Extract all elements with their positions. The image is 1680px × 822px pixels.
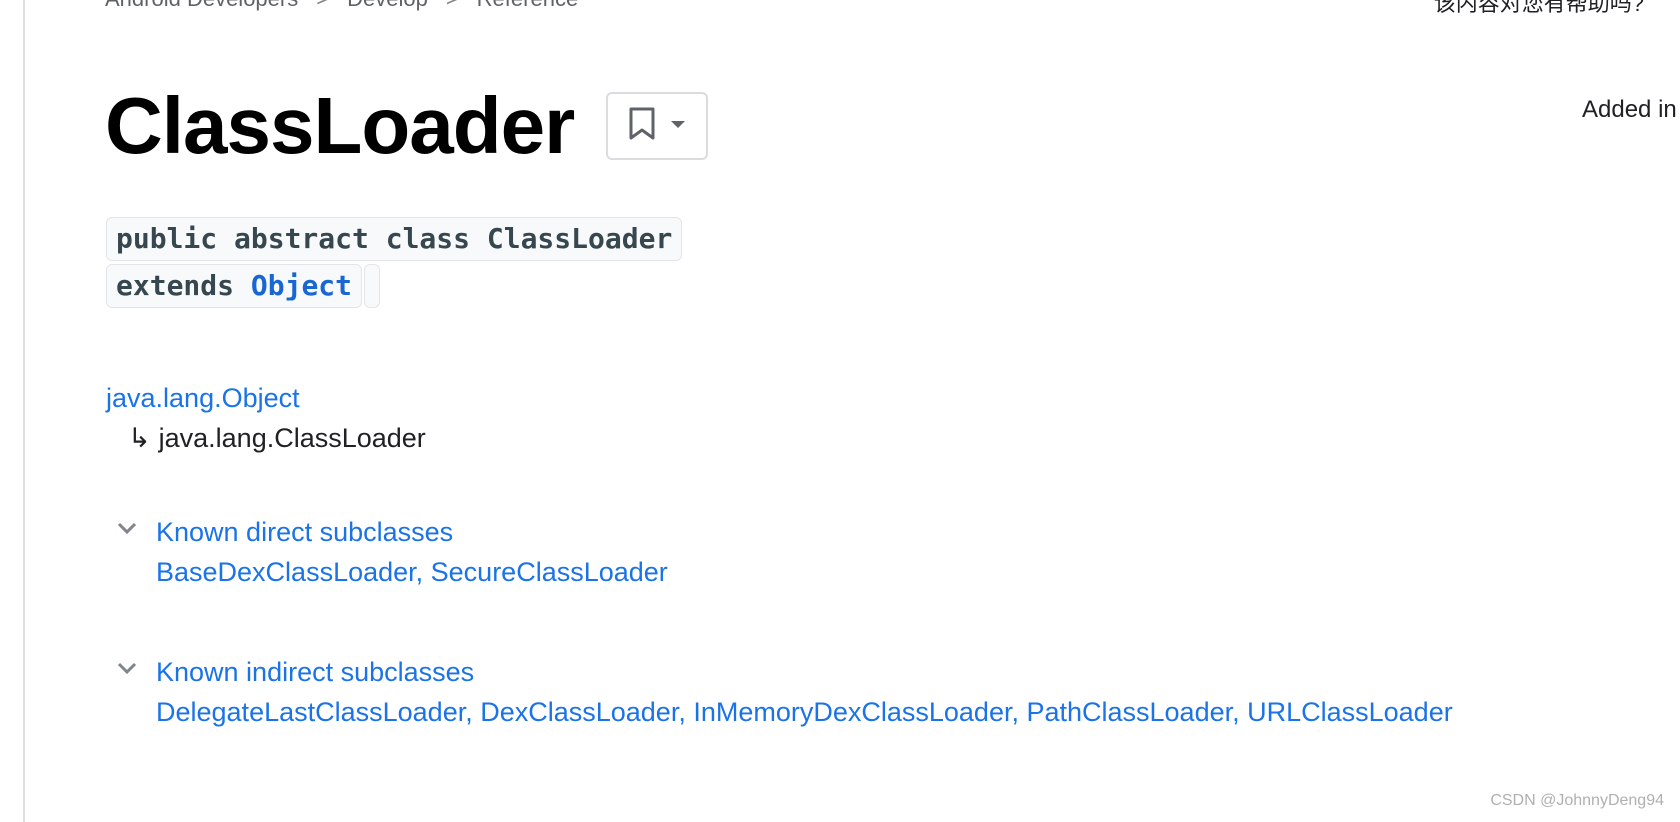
direct-subclasses-section: Known direct subclasses BaseDexClassLoad… xyxy=(114,512,668,592)
signature-line-2: extends Object xyxy=(106,264,682,308)
direct-subclasses-header[interactable]: Known direct subclasses xyxy=(114,512,668,552)
indirect-subclasses-header[interactable]: Known indirect subclasses xyxy=(114,652,1453,692)
direct-subclasses-list[interactable]: BaseDexClassLoader, SecureClassLoader xyxy=(114,552,668,592)
page-title: ClassLoader xyxy=(105,81,575,170)
signature-line-1: public abstract class ClassLoader xyxy=(106,217,683,261)
bookmark-button[interactable] xyxy=(606,92,709,160)
left-divider xyxy=(23,0,25,822)
title-row: ClassLoader xyxy=(105,81,709,170)
breadcrumb-separator: > xyxy=(446,0,459,12)
hierarchy-child-label: java.lang.ClassLoader xyxy=(158,423,426,453)
signature-declaration: public abstract class ClassLoader xyxy=(106,217,683,261)
breadcrumb: Android Developers > Develop > Reference xyxy=(105,0,578,12)
hierarchy-arrow-icon: ↳ xyxy=(128,423,151,453)
hierarchy-child: ↳ java.lang.ClassLoader xyxy=(106,418,426,458)
bookmark-icon xyxy=(628,107,656,146)
indirect-subclasses-section: Known indirect subclasses DelegateLastCl… xyxy=(114,652,1453,732)
watermark: CSDN @JohnnyDeng94 xyxy=(1490,792,1664,809)
page: Android Developers > Develop > Reference… xyxy=(0,0,1680,822)
breadcrumb-develop[interactable]: Develop xyxy=(347,0,428,12)
hierarchy-parent-link[interactable]: java.lang.Object xyxy=(106,383,300,413)
breadcrumb-android-developers[interactable]: Android Developers xyxy=(105,0,298,12)
breadcrumb-separator: > xyxy=(316,0,329,12)
indirect-subclasses-list[interactable]: DelegateLastClassLoader, DexClassLoader,… xyxy=(114,692,1453,732)
chevron-down-icon[interactable] xyxy=(114,512,156,552)
breadcrumb-reference[interactable]: Reference xyxy=(477,0,579,12)
class-signature: public abstract class ClassLoader extend… xyxy=(106,217,683,311)
inheritance-hierarchy: java.lang.Object ↳ java.lang.ClassLoader xyxy=(106,378,426,458)
empty-code-chip xyxy=(364,264,381,308)
object-link[interactable]: Object xyxy=(251,269,352,302)
signature-extends: extends Object xyxy=(106,264,363,308)
arrow-drop-down-icon xyxy=(670,117,686,135)
feedback-prompt: 该内容对您有帮助吗? xyxy=(1433,0,1644,16)
direct-subclasses-toggle[interactable]: Known direct subclasses xyxy=(156,512,453,552)
extends-keyword: extends xyxy=(116,269,235,302)
added-in-label: Added in xyxy=(1582,96,1677,123)
indirect-subclasses-toggle[interactable]: Known indirect subclasses xyxy=(156,652,474,692)
chevron-down-icon[interactable] xyxy=(114,652,156,692)
